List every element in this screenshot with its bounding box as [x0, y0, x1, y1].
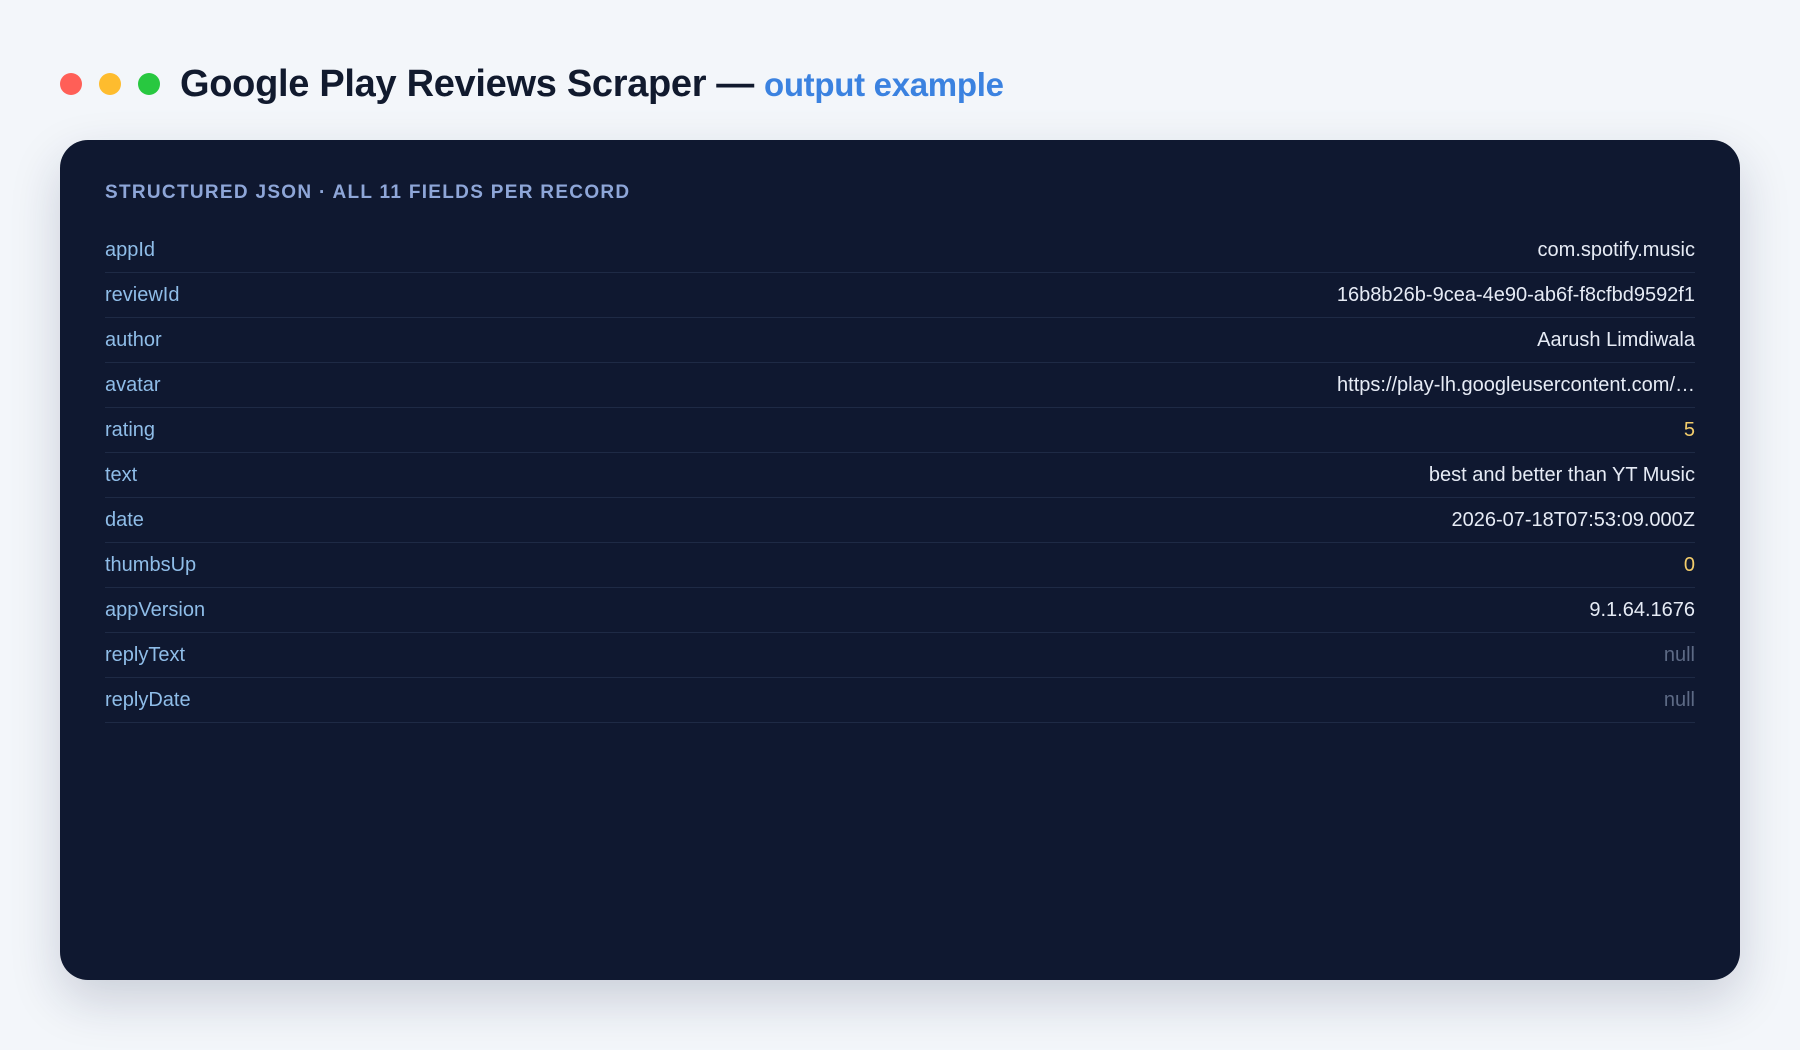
- field-row-replydate: replyDate null: [105, 678, 1695, 723]
- close-window-dot[interactable]: [60, 73, 82, 95]
- field-row-appid: appId com.spotify.music: [105, 228, 1695, 273]
- maximize-window-dot[interactable]: [138, 73, 160, 95]
- page-subtitle: output example: [763, 65, 1004, 103]
- title-separator: —: [716, 62, 754, 105]
- field-row-rating: rating 5: [105, 408, 1695, 453]
- field-key: rating: [105, 418, 156, 441]
- field-row-author: author Aarush Limdiwala: [105, 318, 1695, 363]
- field-key: replyDate: [105, 688, 191, 711]
- field-key: avatar: [105, 373, 161, 396]
- json-output-panel: STRUCTURED JSON · ALL 11 FIELDS PER RECO…: [60, 140, 1740, 980]
- field-key: date: [105, 508, 144, 531]
- field-key: author: [105, 328, 162, 351]
- field-value: 9.1.64.1676: [1589, 598, 1695, 621]
- field-list: appId com.spotify.music reviewId 16b8b26…: [105, 228, 1695, 723]
- field-row-appversion: appVersion 9.1.64.1676: [105, 588, 1695, 633]
- field-value: 2026-07-18T07:53:09.000Z: [1451, 508, 1695, 531]
- field-value: 16b8b26b-9cea-4e90-ab6f-f8cfbd9592f1: [1336, 283, 1695, 306]
- field-value: com.spotify.music: [1537, 238, 1695, 261]
- field-row-avatar: avatar https://play-lh.googleusercontent…: [105, 363, 1695, 408]
- field-row-thumbsup: thumbsUp 0: [105, 543, 1695, 588]
- field-row-date: date 2026-07-18T07:53:09.000Z: [105, 498, 1695, 543]
- panel-heading: STRUCTURED JSON · ALL 11 FIELDS PER RECO…: [105, 182, 631, 203]
- field-row-replytext: replyText null: [105, 633, 1695, 678]
- page-title-text: Google Play Reviews Scraper: [180, 62, 707, 105]
- field-value: null: [1663, 643, 1695, 666]
- field-key: reviewId: [105, 283, 180, 306]
- field-key: appVersion: [105, 598, 206, 621]
- page-title: Google Play Reviews Scraper — output examp…: [180, 63, 1004, 106]
- field-key: replyText: [105, 643, 186, 666]
- minimize-window-dot[interactable]: [99, 73, 121, 95]
- field-value: 5: [1683, 418, 1695, 441]
- field-key: text: [105, 463, 138, 486]
- field-row-reviewid: reviewId 16b8b26b-9cea-4e90-ab6f-f8cfbd9…: [105, 273, 1695, 318]
- field-value: best and better than YT Music: [1428, 463, 1695, 486]
- field-value: null: [1663, 688, 1695, 711]
- field-value: 0: [1683, 553, 1695, 576]
- field-value: https://play-lh.googleusercontent.com/…: [1337, 373, 1695, 396]
- field-key: appId: [105, 238, 156, 261]
- field-value: Aarush Limdiwala: [1537, 328, 1695, 351]
- window-header: Google Play Reviews Scraper — output examp…: [60, 58, 1004, 110]
- field-row-text: text best and better than YT Music: [105, 453, 1695, 498]
- field-key: thumbsUp: [105, 553, 197, 576]
